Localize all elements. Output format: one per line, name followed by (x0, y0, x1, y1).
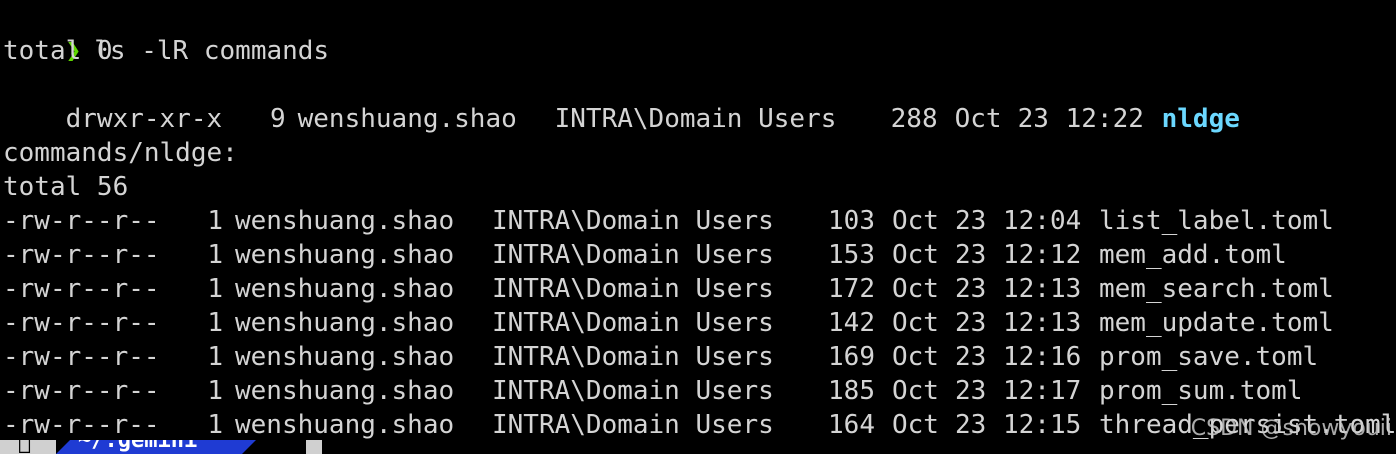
link-count: 9 (269, 104, 286, 134)
month: Oct (892, 376, 939, 406)
month: Oct (892, 274, 939, 304)
time: 12:13 (1003, 308, 1082, 338)
owner: wenshuang.shao (235, 342, 455, 372)
file-name: mem_update.toml (1099, 308, 1334, 338)
group: INTRA\Domain Users (492, 410, 774, 440)
permissions: -rw-r--r-- (3, 206, 160, 236)
total-line: total 0 (3, 36, 113, 66)
command-text: ls -lR commands (94, 36, 330, 66)
owner: wenshuang.shao (235, 410, 455, 440)
day: 23 (955, 308, 987, 338)
time: 12:15 (1003, 410, 1082, 440)
month: Oct (892, 308, 939, 338)
file-size: 172 (828, 274, 875, 304)
day: 23 (955, 206, 987, 236)
path-segment: ~/.gemini (56, 440, 256, 454)
file-name: prom_save.toml (1099, 342, 1319, 372)
time: 12:17 (1003, 376, 1082, 406)
group: INTRA\Domain Users (554, 104, 837, 134)
dir-entry-row: drwxr-xr-x 9 wenshuang.shao INTRA\Domain Us… (3, 68, 1240, 134)
link-count: 1 (207, 206, 223, 236)
permissions: -rw-r--r-- (3, 342, 160, 372)
permissions: -rw-r--r-- (3, 376, 160, 406)
day: 23 (955, 410, 987, 440)
group: INTRA\Domain Users (492, 206, 774, 236)
owner: wenshuang.shao (235, 206, 455, 236)
group: INTRA\Domain Users (492, 240, 774, 270)
file-name: prom_sum.toml (1099, 376, 1303, 406)
owner: wenshuang.shao (235, 240, 455, 270)
apple-icon:  (18, 440, 31, 454)
os-segment:  (0, 440, 56, 454)
day: 23 (955, 240, 987, 270)
time: 12:04 (1003, 206, 1082, 236)
file-size: 153 (828, 240, 875, 270)
day: 23 (955, 376, 987, 406)
link-count: 1 (207, 410, 223, 440)
link-count: 1 (207, 308, 223, 338)
month: Oct (892, 342, 939, 372)
subdir-header: commands/nldge: (3, 138, 238, 168)
group: INTRA\Domain Users (492, 308, 774, 338)
cursor-block (306, 440, 322, 454)
file-row: -rw-r--r-- 1 wenshuang.shao INTRA\Domain Us… (3, 272, 1334, 306)
month: Oct (954, 104, 1002, 134)
owner: wenshuang.shao (235, 376, 455, 406)
file-size: 169 (828, 342, 875, 372)
file-row: -rw-r--r-- 1 wenshuang.shao INTRA\Domain Us… (3, 408, 1396, 442)
file-name: list_label.toml (1099, 206, 1334, 236)
path-text: ~/.gemini (78, 440, 198, 453)
link-count: 1 (207, 240, 223, 270)
subdir-total-line: total 56 (3, 172, 129, 202)
owner: wenshuang.shao (297, 104, 517, 134)
group: INTRA\Domain Users (492, 342, 774, 372)
day: 23 (955, 342, 987, 372)
owner: wenshuang.shao (235, 308, 455, 338)
file-size: 288 (890, 104, 938, 134)
time: 12:12 (1003, 240, 1082, 270)
file-name: mem_add.toml (1099, 240, 1287, 270)
time: 12:13 (1003, 274, 1082, 304)
group: INTRA\Domain Users (492, 376, 774, 406)
watermark: CSDN @snowyouii (1190, 416, 1392, 441)
month: Oct (892, 410, 939, 440)
permissions: -rw-r--r-- (3, 240, 160, 270)
file-row: -rw-r--r-- 1 wenshuang.shao INTRA\Domain Us… (3, 204, 1334, 238)
file-size: 103 (828, 206, 875, 236)
file-size: 142 (828, 308, 875, 338)
day: 23 (955, 274, 987, 304)
permissions: -rw-r--r-- (3, 274, 160, 304)
link-count: 1 (207, 376, 223, 406)
directory-name: nldge (1161, 104, 1240, 134)
month: Oct (892, 240, 939, 270)
file-name: mem_search.toml (1099, 274, 1334, 304)
file-row: -rw-r--r-- 1 wenshuang.shao INTRA\Domain Us… (3, 374, 1303, 408)
command-line: ❯ ls -lR commands (3, 0, 329, 66)
time: 12:22 (1065, 104, 1144, 134)
group: INTRA\Domain Users (492, 274, 774, 304)
file-row: -rw-r--r-- 1 wenshuang.shao INTRA\Domain Us… (3, 340, 1318, 374)
permissions: -rw-r--r-- (3, 410, 160, 440)
link-count: 1 (207, 342, 223, 372)
terminal-window[interactable]: ❯ ls -lR commands total 0 drwxr-xr-x 9 wens… (0, 0, 1396, 454)
permissions: drwxr-xr-x (65, 104, 223, 134)
time: 12:16 (1003, 342, 1082, 372)
file-row: -rw-r--r-- 1 wenshuang.shao INTRA\Domain Us… (3, 238, 1287, 272)
day: 23 (1017, 104, 1049, 134)
prompt-status-bar:  ~/.gemini (0, 440, 330, 454)
month: Oct (892, 206, 939, 236)
file-row: -rw-r--r-- 1 wenshuang.shao INTRA\Domain Us… (3, 306, 1334, 340)
owner: wenshuang.shao (235, 274, 455, 304)
file-size: 185 (828, 376, 875, 406)
link-count: 1 (207, 274, 223, 304)
file-size: 164 (828, 410, 875, 440)
permissions: -rw-r--r-- (3, 308, 160, 338)
